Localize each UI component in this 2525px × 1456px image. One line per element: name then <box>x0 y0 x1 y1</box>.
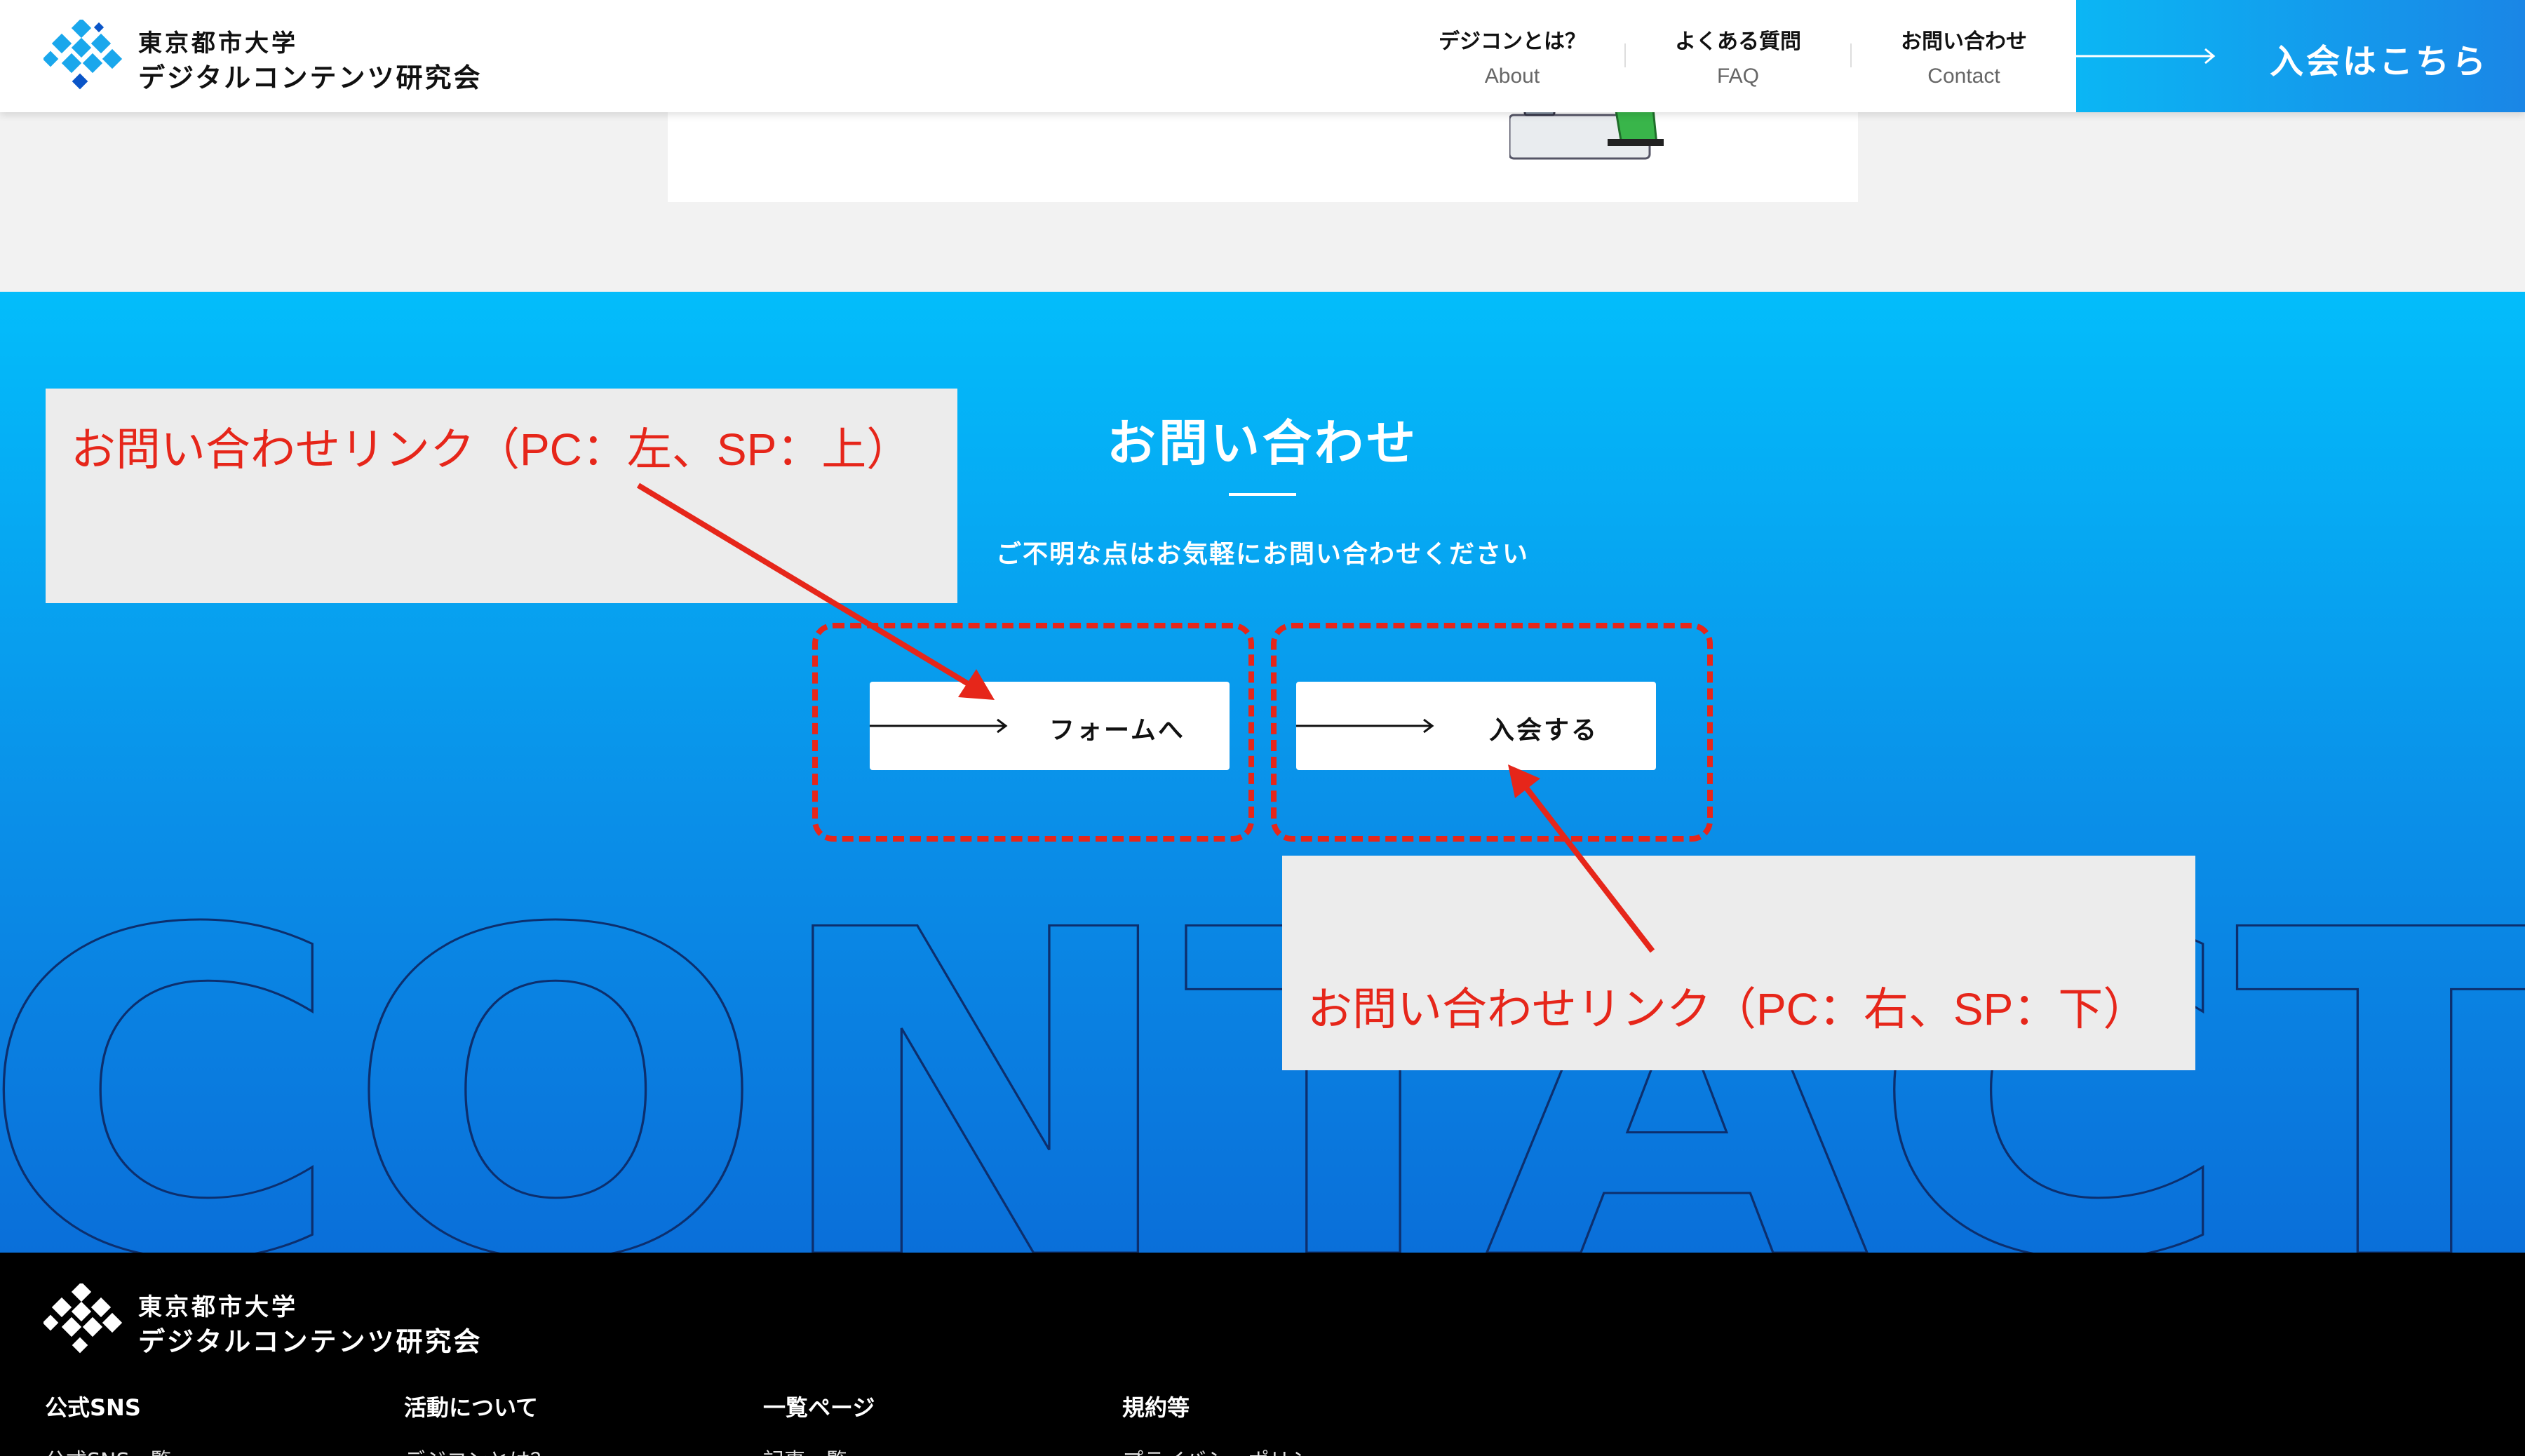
footer-link[interactable]: 公式SNS一覧 <box>45 1443 396 1456</box>
nav-contact-label: お問い合わせ <box>1901 29 2027 54</box>
join-button-label: 入会はこちら <box>2270 42 2489 81</box>
footer-heading: 一覧ページ <box>763 1394 875 1421</box>
title-underline <box>1229 493 1296 496</box>
annotation-highlight-left <box>812 623 1254 842</box>
join-button[interactable]: 入会はこちら <box>2076 0 2525 112</box>
nav-item-faq[interactable]: よくある質問 FAQ <box>1650 24 1826 91</box>
footer-heading: 公式SNS <box>45 1394 141 1421</box>
footer-link[interactable]: デジコンとは？ <box>404 1443 755 1456</box>
footer-column-terms: 規約等 プライバシーポリシー <box>1122 1390 1473 1456</box>
footer-link[interactable]: 記事一覧 <box>763 1443 1114 1456</box>
nav-contact-sublabel: Contact <box>1927 65 2000 88</box>
footer-heading: 規約等 <box>1122 1394 1190 1421</box>
logo-mark-icon <box>43 20 123 90</box>
nav-item-about[interactable]: デジコンとは？ About <box>1425 24 1600 91</box>
nav-about-label: デジコンとは？ <box>1439 29 1586 54</box>
footer-column-sns: 公式SNS 公式SNS一覧 <box>45 1390 396 1456</box>
footer-column-activity: 活動について デジコンとは？ <box>404 1390 755 1456</box>
footer-logo-line-1: 東京都市大学 <box>138 1293 298 1321</box>
site-footer: 東京都市大学 デジタルコンテンツ研究会 公式SNS 公式SNS一覧 活動について… <box>0 1253 2525 1456</box>
nav-faq-label: よくある質問 <box>1675 29 1801 54</box>
footer-logo[interactable]: 東京都市大学 デジタルコンテンツ研究会 <box>43 1283 492 1357</box>
annotation-note-right-text: お問い合わせリンク（PC：右、SP：下） <box>1307 984 2148 1034</box>
annotation-note-left: お問い合わせリンク（PC：左、SP：上） <box>46 389 957 603</box>
nav-about-sublabel: About <box>1484 65 1540 88</box>
site-logo[interactable]: 東京都市大学 デジタルコンテンツ研究会 <box>43 20 492 93</box>
nav-divider <box>1850 43 1852 67</box>
nav-divider <box>1624 43 1626 67</box>
footer-logo-line-2: デジタルコンテンツ研究会 <box>138 1326 483 1357</box>
nav-faq-sublabel: FAQ <box>1716 65 1759 88</box>
annotation-note-left-text: お問い合わせリンク（PC：左、SP：上） <box>71 424 912 475</box>
annotation-highlight-right <box>1271 623 1713 842</box>
arrow-right-icon <box>2076 48 2216 65</box>
footer-heading: 活動について <box>404 1394 539 1421</box>
footer-column-list: 一覧ページ 記事一覧 <box>763 1390 1114 1456</box>
footer-link[interactable]: プライバシーポリシー <box>1122 1443 1473 1456</box>
logo-mark-icon <box>43 1283 123 1354</box>
logo-line-2: デジタルコンテンツ研究会 <box>138 62 483 93</box>
logo-line-1: 東京都市大学 <box>138 29 298 58</box>
annotation-note-right: お問い合わせリンク（PC：右、SP：下） <box>1282 856 2195 1070</box>
nav-item-contact[interactable]: お問い合わせ Contact <box>1876 24 2052 91</box>
site-header: 東京都市大学 デジタルコンテンツ研究会 デジコンとは？ About よくある質問… <box>0 0 2525 112</box>
